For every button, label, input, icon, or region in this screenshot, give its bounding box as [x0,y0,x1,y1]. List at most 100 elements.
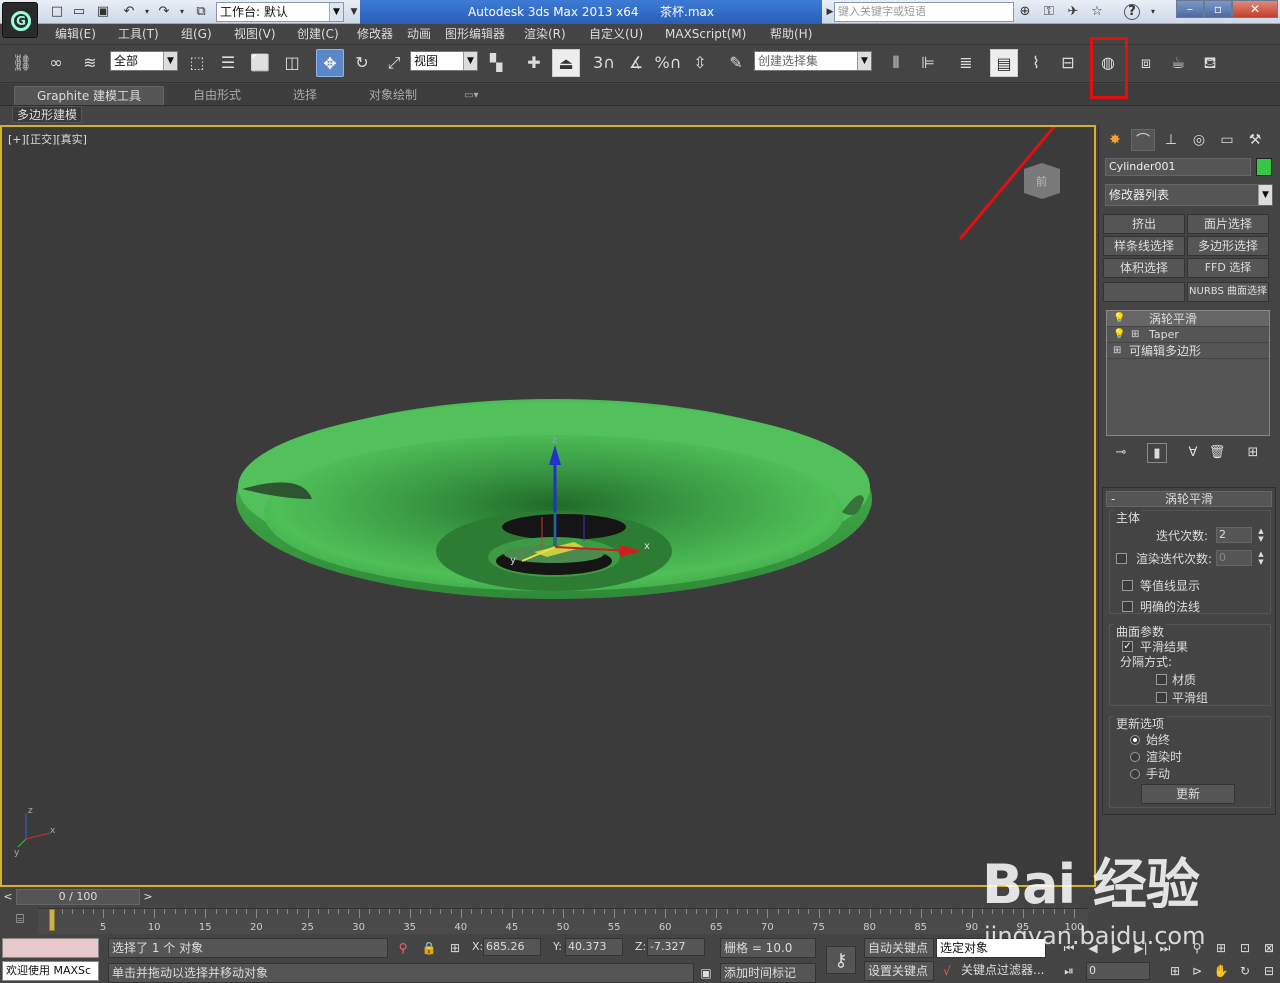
time-slider[interactable]: 0 / 100 [16,889,140,905]
stack-item-editable-poly[interactable]: ⊞ 可编辑多边形 [1107,343,1269,359]
smoothing-groups-checkbox[interactable] [1156,692,1167,703]
update-always-radio[interactable] [1130,735,1140,745]
expand-plus-icon[interactable]: ⊞ [1113,343,1121,359]
graphite-toggle-icon[interactable]: ▤ [990,49,1018,77]
lightbulb-icon[interactable]: 💡 [1113,327,1125,343]
percent-snap-icon[interactable]: %∩ [654,49,682,77]
render-production-icon[interactable]: ⛾ [1196,49,1224,77]
z-coordinate-field[interactable]: -7.327 [647,938,705,956]
menu-edit[interactable]: 编辑(E) [55,24,96,45]
render-setup-icon[interactable]: ⧈ [1132,49,1160,77]
maximize-button[interactable]: ▫ [1204,0,1232,18]
search-input[interactable]: 键入关键字或短语 [834,2,1014,22]
show-end-result-icon[interactable]: ▮ [1147,443,1167,463]
x-coordinate-field[interactable]: 685.26 [483,938,541,956]
reference-coordinate-dropdown[interactable]: 视图 ▼ [410,51,478,71]
menu-graph-editors[interactable]: 图形编辑器 [445,24,505,45]
tab-freeform[interactable]: 自由形式 [193,86,241,105]
menu-create[interactable]: 创建(C) [297,24,339,45]
communication-icon[interactable]: ✈ [1064,3,1082,21]
pivot-center-icon[interactable]: ▚ [482,49,510,77]
help-icon[interactable]: ? [1124,4,1140,20]
update-button[interactable]: 更新 [1141,784,1235,804]
mirror-icon[interactable]: ⫴ [882,49,910,77]
key-filters-button[interactable]: 关键点过滤器... [958,961,1046,981]
add-time-tag-button[interactable]: 添加时间标记 [720,963,816,983]
object-name-field[interactable]: Cylinder001 [1105,158,1251,176]
schematic-view-icon[interactable]: ⊟ [1054,49,1082,77]
perspective-viewport[interactable]: [+][正交][真实] z x y 前 z x y [0,125,1096,887]
render-iters-checkbox[interactable] [1116,553,1127,564]
orbit-icon[interactable]: ↻ [1236,962,1254,980]
binoculars-icon[interactable]: ⊕ [1016,3,1034,21]
ffd-select-button[interactable]: FFD 选择 [1187,258,1269,278]
isolate-selection-icon[interactable]: ⚲ [394,939,412,957]
align-icon[interactable]: ⊫ [914,49,942,77]
pin-stack-icon[interactable]: ⊸ [1111,443,1131,463]
expand-plus-icon[interactable]: ⊞ [1131,327,1139,343]
time-prev-icon[interactable]: < [1,889,15,905]
menu-tools[interactable]: 工具(T) [118,24,159,45]
smooth-result-checkbox[interactable]: ✓ [1122,641,1133,652]
undo-dropdown-icon[interactable]: ▾ [138,3,156,21]
new-file-icon[interactable]: □ [48,3,66,21]
selection-filter-dropdown[interactable]: 全部 ▼ [110,51,178,71]
display-tab-icon[interactable]: ▭ [1215,129,1239,151]
maxscript-listener-field[interactable]: 欢迎使用 MAXSc [2,961,99,981]
menu-group[interactable]: 组(G) [181,24,212,45]
tab-selection[interactable]: 选择 [293,86,317,105]
set-key-button[interactable]: 设置关键点 [864,961,934,981]
modify-tab-icon[interactable]: ⌒ [1131,129,1155,151]
select-and-move-icon[interactable]: ✥ [316,49,344,77]
render-iters-spinner[interactable]: 0 [1216,550,1252,566]
select-and-scale-icon[interactable]: ⤢ [380,49,408,77]
workspace-dropdown[interactable]: 工作台: 默认 ▼ [216,2,344,22]
pan-view-icon[interactable]: ✋ [1212,962,1230,980]
bind-space-warp-icon[interactable]: ≋ [76,49,104,77]
minimize-button[interactable]: – [1176,0,1204,18]
key-mode-toggle-icon[interactable]: ⏯ [1060,962,1078,980]
poly-select-button[interactable]: 多边形选择 [1187,236,1269,256]
modifier-list-dropdown[interactable]: 修改器列表 ▼ [1105,184,1273,206]
project-folder-icon[interactable]: ⧉ [192,3,210,21]
app-logo-button[interactable]: G [2,2,38,38]
favorites-star-icon[interactable]: ☆ [1088,3,1106,21]
remove-modifier-icon[interactable]: 🗑 [1207,443,1227,463]
redo-icon[interactable]: ↷ [155,3,173,21]
update-manual-radio[interactable] [1130,769,1140,779]
mini-curve-editor-icon[interactable]: ⌸ [10,912,30,930]
link-icon[interactable]: ⛓ [8,49,36,77]
materials-checkbox[interactable] [1156,674,1167,685]
frame-ruler[interactable]: 0510152025303540455055606570758085909510… [38,908,1088,934]
undo-icon[interactable]: ↶ [120,3,138,21]
snaps-toggle-icon[interactable]: 3∩ [590,49,618,77]
current-frame-field[interactable]: 0 [1086,962,1150,980]
empty-modifier-button[interactable] [1103,282,1185,302]
polygon-modeling-panel[interactable]: 多边形建模 [12,106,83,123]
key-filter-curve-icon[interactable]: √ [938,962,956,980]
nurbs-surface-select-button[interactable]: NURBS 曲面选择 [1187,282,1269,302]
select-and-rotate-icon[interactable]: ↻ [348,49,376,77]
time-next-icon[interactable]: > [141,889,155,905]
tab-graphite-modeling[interactable]: Graphite 建模工具 [14,86,164,105]
redo-dropdown-icon[interactable]: ▾ [173,3,191,21]
time-configuration-icon[interactable]: ⊞ [1166,962,1184,980]
subscription-icon[interactable]: ⚿ [1040,3,1058,21]
edit-named-selection-icon[interactable]: ✎ [722,49,750,77]
stack-item-taper[interactable]: 💡 ⊞ Taper [1107,327,1269,343]
select-manipulate-icon[interactable]: ✚ [520,49,548,77]
menu-help[interactable]: 帮助(H) [770,24,812,45]
tab-object-paint[interactable]: 对象绘制 [369,86,417,105]
selection-lock-icon[interactable]: 🔒 [420,939,438,957]
auto-key-button[interactable]: 自动关键点 [864,938,934,958]
create-tab-icon[interactable]: ✸ [1103,129,1127,151]
open-file-icon[interactable]: ▭ [70,3,88,21]
menu-modifiers[interactable]: 修改器 [357,24,393,45]
hierarchy-tab-icon[interactable]: ⊥ [1159,129,1183,151]
unlink-icon[interactable]: ∞ [42,49,70,77]
isoline-checkbox[interactable] [1122,580,1133,591]
layer-manager-icon[interactable]: ≣ [952,49,980,77]
named-selection-dropdown[interactable]: 创建选择集 ▼ [754,51,872,71]
key-icon[interactable]: ⚷ [826,946,856,974]
menu-customize[interactable]: 自定义(U) [589,24,643,45]
